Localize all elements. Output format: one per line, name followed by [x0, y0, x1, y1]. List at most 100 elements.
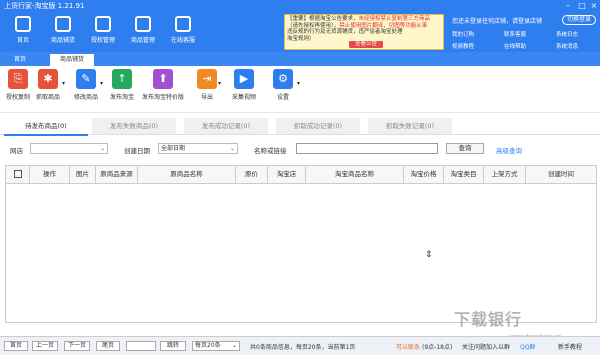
chevron-down-icon[interactable]: ▾ [297, 80, 300, 87]
tab-grab-failed[interactable]: 抓取失败记录(0) [368, 118, 452, 134]
source-label: 网店 [10, 147, 23, 155]
nav-label: 商品管理 [130, 37, 155, 44]
chevron-down-icon[interactable]: ▾ [100, 80, 103, 87]
video-icon: ▶ [234, 69, 254, 89]
tab-home[interactable]: 首页 [4, 54, 36, 66]
source-select[interactable]: ⌄ [30, 143, 108, 154]
tool-label: 导出 [200, 94, 213, 101]
nav-home[interactable]: 首页 [6, 16, 40, 44]
chevron-down-icon: ⌄ [229, 145, 235, 152]
notice-text: 【重要】根据淘宝公告要求， [287, 16, 359, 22]
chevron-down-icon[interactable]: ▾ [62, 80, 65, 87]
last-page-button[interactable]: 尾页 [96, 341, 120, 351]
col-taobao-name[interactable]: 淘宝商品名称 [306, 166, 404, 183]
sub-tabs: 待发布商品(0) 发布失败商品(0) 发布成功记录(0) 抓取成功记录(0) 抓… [0, 116, 600, 136]
system-message-link[interactable]: 系统消息 [556, 42, 578, 50]
advanced-query-link[interactable]: 高级查询 [496, 145, 522, 155]
tab-goods[interactable]: 商品铺货 [50, 54, 95, 66]
qq-group-link[interactable]: QQ群 [520, 342, 535, 351]
nav-label: 授权管理 [90, 37, 115, 44]
col-operation[interactable]: 操作 [30, 166, 70, 183]
notice-box: 【重要】根据淘宝公告要求，未经授权禁止复制第三方商品 （请先授权再使用），禁止使… [284, 14, 444, 50]
tool-label: 授权复制 [5, 94, 30, 101]
login-prompt: 您还未登录任何店铺，请登录店铺 [452, 18, 543, 25]
tab-publish-failed[interactable]: 发布失败商品(0) [92, 118, 176, 134]
gear-icon: ⚙ [273, 69, 293, 89]
name-input[interactable] [296, 143, 438, 154]
chevron-down-icon: ⌄ [231, 342, 237, 349]
publish-special-icon: ⬆ [153, 69, 173, 89]
tab-publish-success[interactable]: 发布成功记录(0) [184, 118, 268, 134]
notice-text: 淘宝规则） [287, 35, 315, 42]
select-all-checkbox[interactable] [6, 166, 30, 183]
col-shop[interactable]: 淘宝店 [268, 166, 306, 183]
chevron-down-icon[interactable]: ▾ [218, 80, 221, 87]
nav-auth[interactable]: 授权管理 [86, 16, 120, 44]
maximize-icon[interactable]: □ [576, 0, 588, 12]
date-label: 创建日期 [124, 147, 150, 155]
nav-label: 商品铺货 [50, 37, 75, 44]
tab-pending[interactable]: 待发布商品(0) [4, 118, 88, 136]
tool-label: 发布淘宝特价版 [141, 94, 184, 101]
tool-label: 修改商品 [73, 94, 98, 101]
nav-manage[interactable]: 商品管理 [126, 16, 160, 44]
next-page-button[interactable]: 下一页 [64, 341, 90, 351]
tab-bar: 首页 商品铺货 [0, 52, 600, 66]
system-log-link[interactable]: 系统日志 [556, 30, 578, 38]
first-page-button[interactable]: 首页 [4, 341, 28, 351]
video-tutorial-link[interactable]: 视频教程 [452, 42, 474, 50]
col-orig-price[interactable]: 原价 [236, 166, 268, 183]
per-page-select[interactable]: 每页20条 ⌄ [192, 341, 240, 351]
home-icon [15, 16, 31, 32]
contact-text[interactable]: 可以联系 [396, 342, 420, 351]
auth-copy-button[interactable]: ⎘ 授权复制 [2, 69, 34, 101]
nav-service[interactable]: 在线客服 [166, 16, 200, 44]
col-taobao-price[interactable]: 淘宝价格 [404, 166, 444, 183]
col-listing-mode[interactable]: 上架方式 [484, 166, 526, 183]
switch-login-button[interactable]: 切换登录 [562, 15, 597, 25]
publish-special-button[interactable]: ⬆ 发布淘宝特价版 [138, 69, 188, 101]
close-icon[interactable]: × [588, 0, 600, 12]
tool-label: 采集视频 [231, 94, 256, 101]
settings-button[interactable]: ⚙ 设置 [268, 69, 298, 101]
page-input[interactable] [126, 341, 156, 351]
online-help-link[interactable]: 在线帮助 [504, 42, 526, 50]
notice-text: （请先授权再使用）， [287, 22, 340, 29]
jump-button[interactable]: 跳转 [160, 341, 186, 351]
publish-taobao-button[interactable]: ↑ 发布淘宝 [106, 69, 138, 101]
minimize-icon[interactable]: – [562, 0, 574, 12]
manage-icon [135, 16, 151, 32]
col-source[interactable]: 原商品来源 [96, 166, 138, 183]
watermark-logo: 下载银行 [454, 310, 523, 329]
col-image[interactable]: 图片 [70, 166, 96, 183]
grab-goods-button[interactable]: ✱ 抓取商品 [32, 69, 64, 101]
date-value: 全部日期 [161, 145, 186, 152]
nav-goods[interactable]: 商品铺货 [46, 16, 80, 44]
toolbar: ⎘ 授权复制 ✱ 抓取商品 ▾ ✎ 修改商品 ▾ ↑ 发布淘宝 ⬆ 发布淘宝特价… [0, 66, 600, 113]
tool-label: 抓取商品 [35, 94, 60, 101]
per-page-value: 每页20条 [195, 342, 221, 349]
pagination-bar: 首页 上一页 下一页 尾页 跳转 每页20条 ⌄ 共0条商品信息，每页20条，当… [0, 336, 600, 355]
contact-service-link[interactable]: 联系客服 [504, 30, 526, 38]
hours-text: (9点-18点) [422, 344, 453, 351]
newbie-tutorial-link[interactable]: 新手教程 [558, 342, 582, 351]
publish-icon: ↑ [112, 69, 132, 89]
notice-warning: 未经授权禁止复制第三方商品 [358, 16, 431, 22]
prev-page-button[interactable]: 上一页 [32, 341, 58, 351]
col-source-name[interactable]: 原商品名称 [138, 166, 236, 183]
date-select[interactable]: 全部日期 ⌄ [158, 143, 238, 154]
view-notice-button[interactable]: 查看公告 [349, 41, 384, 48]
query-button[interactable]: 查询 [446, 143, 484, 154]
collect-video-button[interactable]: ▶ 采集视频 [228, 69, 260, 101]
col-category[interactable]: 淘宝类目 [444, 166, 484, 183]
auth-icon [95, 16, 111, 32]
title-bar: 上货行家-淘宝版 1.21.91 – □ × [0, 0, 600, 12]
export-button[interactable]: ⇥ 导出 [194, 69, 220, 101]
col-created[interactable]: 创建时间 [526, 166, 596, 183]
tab-grab-success[interactable]: 抓取成功记录(0) [276, 118, 360, 134]
edit-goods-button[interactable]: ✎ 修改商品 [70, 69, 102, 101]
goods-icon [55, 16, 71, 32]
my-orders-link[interactable]: 我的订购 [452, 30, 474, 38]
status-text: 关注问题加入以群 [462, 344, 511, 351]
notice-warning: 禁止使用图片翻译，切图等功能从事 [339, 22, 428, 29]
